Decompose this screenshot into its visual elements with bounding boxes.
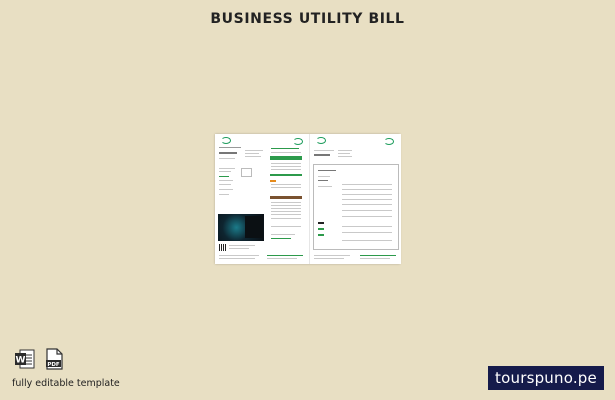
word-doc-icon: W: [15, 349, 35, 369]
brand-badge[interactable]: tourspuno.pe: [488, 366, 604, 390]
du-logo-icon: [293, 138, 303, 145]
editable-caption: fully editable template: [12, 378, 120, 389]
du-logo-icon: [384, 138, 394, 145]
pdf-icon-label: PDF: [47, 362, 60, 368]
du-logo-icon: [221, 137, 231, 144]
page-title: BUSINESS UTILITY BILL: [210, 11, 405, 27]
bill-preview-image: [215, 134, 401, 264]
file-format-icons: W PDF: [14, 348, 68, 374]
bill-page-1: [215, 134, 307, 264]
pdf-doc-icon: PDF: [46, 348, 63, 370]
bill-page-2: [309, 134, 401, 264]
svg-text:W: W: [16, 356, 26, 366]
du-logo-icon: [316, 137, 326, 144]
